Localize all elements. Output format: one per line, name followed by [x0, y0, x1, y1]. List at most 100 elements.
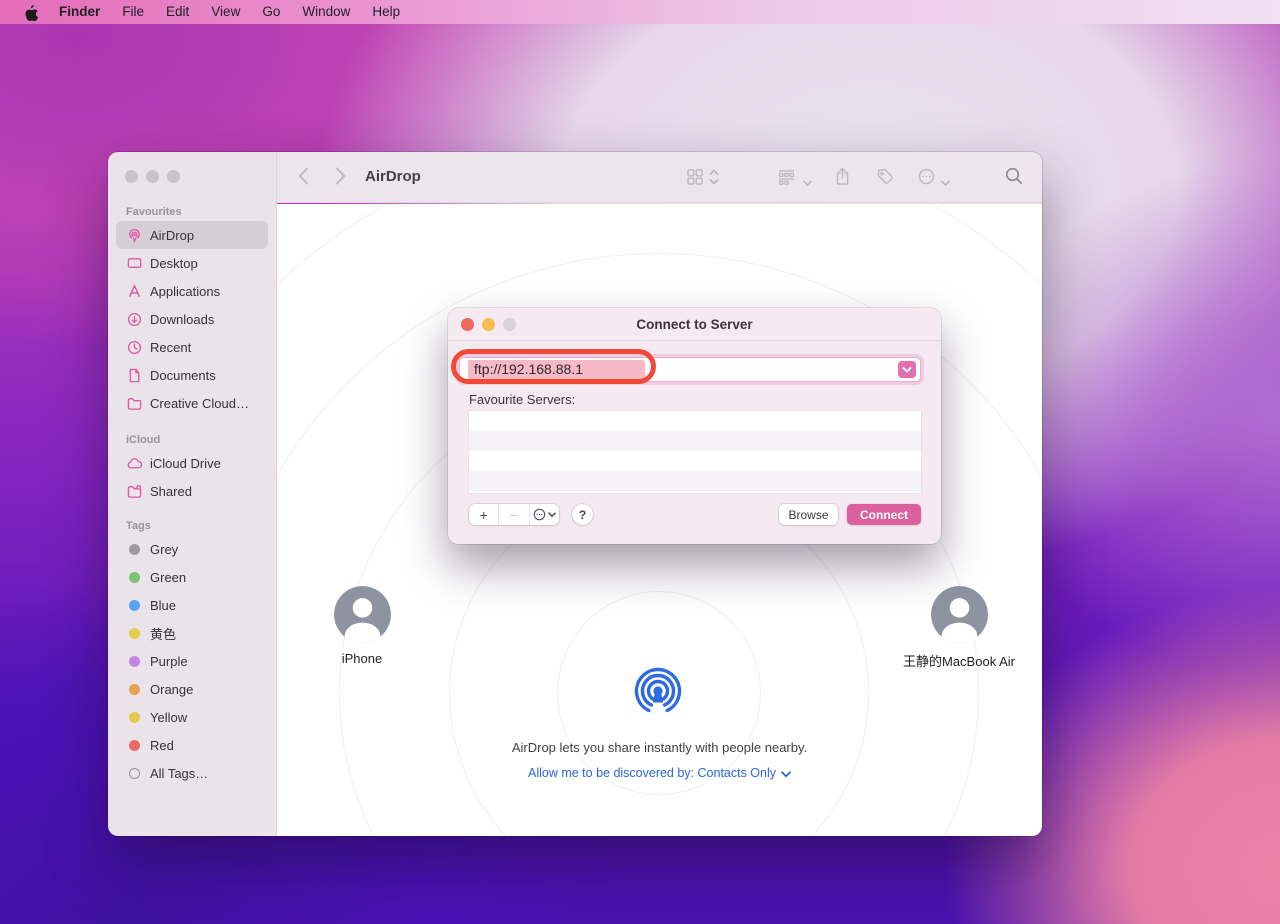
- tag-dot-red: [129, 739, 140, 751]
- share-button[interactable]: [835, 167, 850, 191]
- sidebar-item-label: Desktop: [150, 255, 198, 271]
- sidebar-item-creative-cloud[interactable]: Creative Cloud…: [116, 389, 268, 417]
- sidebar-tag-green[interactable]: Green: [116, 563, 268, 591]
- chevron-down-icon: [941, 180, 950, 187]
- up-down-chevrons-icon: [709, 169, 719, 185]
- add-server-button[interactable]: +: [469, 504, 500, 525]
- tag-dot-yellow-cn: [129, 627, 140, 639]
- close-button[interactable]: [461, 318, 474, 331]
- sidebar-tag-orange[interactable]: Orange: [116, 675, 268, 703]
- search-button[interactable]: [1005, 167, 1023, 190]
- sidebar-tag-huangse[interactable]: 黄色: [116, 619, 268, 647]
- help-button[interactable]: ?: [572, 504, 593, 525]
- airdrop-device-macbook[interactable]: 王静的MacBook Air: [889, 586, 1029, 670]
- sidebar-item-documents[interactable]: Documents: [116, 361, 268, 389]
- cloud-icon: [126, 455, 143, 472]
- tag-dot-grey: [129, 543, 140, 555]
- forward-button[interactable]: [335, 167, 346, 190]
- view-grid-button[interactable]: [687, 169, 703, 190]
- sidebar-item-all-tags[interactable]: All Tags…: [116, 759, 268, 787]
- sidebar-tag-yellow[interactable]: Yellow: [116, 703, 268, 731]
- remove-server-button[interactable]: −: [499, 504, 530, 525]
- sidebar-item-label: Applications: [150, 283, 221, 299]
- person-avatar: [333, 586, 391, 643]
- menu-item-window[interactable]: Window: [291, 0, 361, 24]
- airdrop-device-iphone[interactable]: iPhone: [292, 586, 432, 666]
- group-by-icon: [778, 170, 795, 185]
- tag-dot-yellow: [129, 711, 140, 723]
- chevron-down-icon: [902, 366, 912, 373]
- sidebar-item-label: Shared: [150, 483, 192, 499]
- tags-button[interactable]: [877, 168, 894, 190]
- connect-button[interactable]: Connect: [847, 504, 921, 525]
- dialog-titlebar: Connect to Server: [448, 308, 941, 341]
- view-switcher-button[interactable]: [709, 168, 719, 191]
- favourite-servers-list[interactable]: [469, 411, 921, 493]
- tag-dot-green: [129, 571, 140, 583]
- sidebar-item-shared[interactable]: Shared: [116, 477, 268, 505]
- sidebar-tag-red[interactable]: Red: [116, 731, 268, 759]
- finder-sidebar: Favourites AirDrop Desktop Applications …: [108, 152, 277, 836]
- tag-dot-purple: [129, 655, 140, 667]
- group-by-button[interactable]: [778, 170, 795, 190]
- minimize-button[interactable]: [482, 318, 495, 331]
- menu-item-finder[interactable]: Finder: [48, 0, 111, 24]
- menu-item-file[interactable]: File: [111, 0, 155, 24]
- sidebar-item-label: Green: [150, 569, 187, 585]
- folder-icon: [126, 395, 143, 412]
- menu-item-view[interactable]: View: [200, 0, 251, 24]
- minimize-button[interactable]: [146, 170, 159, 183]
- document-icon: [126, 367, 143, 384]
- more-actions-chevron[interactable]: [941, 174, 950, 192]
- menu-item-help[interactable]: Help: [361, 0, 411, 24]
- discoverability-control[interactable]: Allow me to be discovered by: Contacts O…: [277, 766, 1042, 780]
- all-tags-icon: [129, 767, 140, 779]
- server-actions-button[interactable]: [530, 504, 559, 525]
- sidebar-item-label: Red: [150, 737, 174, 753]
- sidebar-item-icloud-drive[interactable]: iCloud Drive: [116, 449, 268, 477]
- menu-bar: Finder File Edit View Go Window Help: [0, 0, 1280, 24]
- address-history-dropdown[interactable]: [898, 361, 916, 378]
- sidebar-item-desktop[interactable]: Desktop: [116, 249, 268, 277]
- sidebar-item-applications[interactable]: Applications: [116, 277, 268, 305]
- zoom-button[interactable]: [167, 170, 180, 183]
- search-icon: [1005, 167, 1023, 185]
- sidebar-section-tags: Tags: [126, 520, 151, 532]
- chevron-right-icon: [336, 167, 346, 185]
- person-avatar: [930, 586, 988, 643]
- sidebar-item-label: Creative Cloud…: [150, 395, 249, 411]
- clock-icon: [126, 339, 143, 356]
- menu-item-edit[interactable]: Edit: [155, 0, 200, 24]
- back-button[interactable]: [298, 167, 309, 190]
- list-edit-controls: + −: [469, 504, 559, 525]
- connect-to-server-dialog: Connect to Server ftp://192.168.88.1 Fav…: [448, 308, 941, 544]
- server-address-input[interactable]: ftp://192.168.88.1: [459, 357, 921, 382]
- tag-icon: [877, 168, 893, 184]
- sidebar-tag-blue[interactable]: Blue: [116, 591, 268, 619]
- grid-view-icon: [687, 169, 703, 185]
- finder-toolbar: AirDrop: [277, 152, 1042, 203]
- chevron-down-icon: [803, 180, 812, 187]
- sidebar-item-recent[interactable]: Recent: [116, 333, 268, 361]
- sidebar-section-favourites: Favourites: [126, 206, 182, 218]
- zoom-button[interactable]: [503, 318, 516, 331]
- sidebar-item-label: Purple: [150, 653, 188, 669]
- more-actions-button[interactable]: [918, 168, 935, 190]
- sidebar-tag-grey[interactable]: Grey: [116, 535, 268, 563]
- window-controls: [125, 170, 276, 183]
- sidebar-item-label: 黄色: [150, 626, 177, 642]
- sidebar-item-label: Orange: [150, 681, 194, 697]
- group-by-chevron[interactable]: [803, 174, 812, 192]
- sidebar-item-label: Downloads: [150, 311, 215, 327]
- browse-button[interactable]: Browse: [779, 504, 838, 525]
- sidebar-item-airdrop[interactable]: AirDrop: [116, 221, 268, 249]
- close-button[interactable]: [125, 170, 138, 183]
- ellipsis-circle-icon: [533, 508, 546, 521]
- device-label: 王静的MacBook Air: [903, 654, 1015, 669]
- apple-menu[interactable]: [14, 4, 48, 21]
- ellipsis-circle-icon: [918, 168, 935, 185]
- menu-item-go[interactable]: Go: [251, 0, 291, 24]
- sidebar-item-downloads[interactable]: Downloads: [116, 305, 268, 333]
- desktop-icon: [126, 255, 143, 272]
- sidebar-tag-purple[interactable]: Purple: [116, 647, 268, 675]
